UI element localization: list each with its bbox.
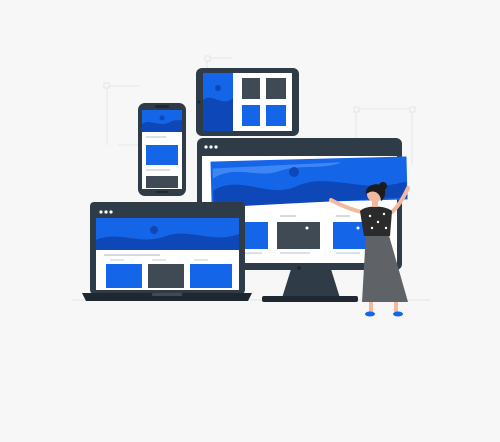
tablet	[196, 68, 299, 136]
card-blue	[190, 264, 232, 288]
phone-home-bar	[156, 191, 168, 193]
tablet-hero-wave	[203, 97, 233, 131]
card-blue	[146, 145, 178, 165]
monitor-stand-base	[262, 296, 358, 302]
window-dot	[99, 210, 103, 214]
laptop	[82, 202, 252, 301]
card-blue	[106, 264, 142, 288]
woman-top	[360, 206, 392, 236]
phone	[138, 103, 186, 196]
card-dark	[148, 264, 184, 288]
woman-shoe	[393, 311, 403, 317]
window-dot	[109, 210, 113, 214]
window-dot	[209, 145, 213, 149]
woman-hair-bun	[379, 182, 387, 190]
phone-notch	[155, 105, 169, 108]
power-button	[297, 266, 301, 270]
laptop-hero-sun	[150, 226, 158, 234]
woman-leg	[394, 302, 398, 312]
banner-sun	[289, 167, 299, 177]
laptop-notch	[152, 293, 182, 296]
card-dark	[242, 78, 260, 99]
card-blue	[242, 105, 260, 126]
card-blue	[266, 105, 286, 126]
window-dot	[214, 145, 218, 149]
window-dot	[104, 210, 108, 214]
responsive-design-illustration	[72, 55, 430, 317]
tablet-hero-sun	[215, 85, 221, 91]
phone-hero-sun	[159, 115, 165, 121]
card-dark	[266, 78, 286, 99]
card-dark	[277, 222, 320, 249]
card-dark	[146, 176, 178, 188]
woman-shoe	[365, 311, 375, 317]
monitor-stand	[282, 266, 340, 298]
tablet-home-button	[197, 100, 201, 104]
window-dot	[204, 145, 208, 149]
woman-leg	[369, 302, 373, 312]
